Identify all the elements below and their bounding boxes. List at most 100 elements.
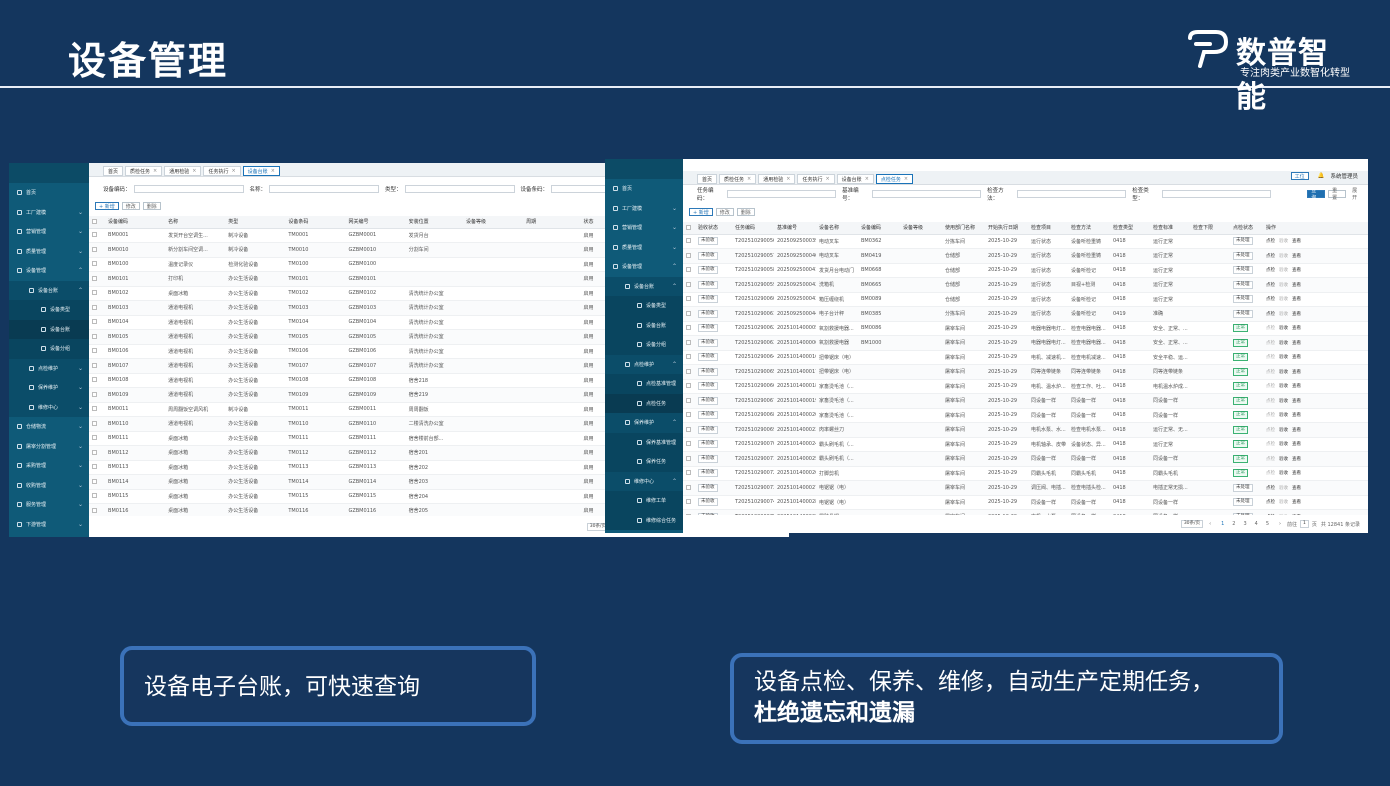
table-row[interactable]: 未验收 T202510290073 2025101400027 电锯锯（电） 屠宰车间 2…	[683, 480, 1368, 496]
accept-action[interactable]: 验收	[1279, 413, 1288, 418]
sidebar-item[interactable]: 设备分组	[605, 335, 683, 355]
table-row[interactable]: 未验收 T202510290063 2025101400006 氧割救援电器 BM100…	[683, 335, 1368, 351]
table-row[interactable]: 未验收 T202510290072 2025101400026 打脚剪机 屠宰车间 202…	[683, 466, 1368, 481]
sidebar-item[interactable]: 设备管理 ⌃	[605, 257, 683, 277]
row-checkbox[interactable]	[89, 489, 106, 504]
table-row[interactable]: 未验收 T2025102900752025101400029屠肋骨锯 屠宰车间202…	[683, 509, 1368, 515]
sidebar-item[interactable]: 工厂建模 ⌄	[9, 203, 89, 223]
view-action[interactable]: 查看	[1292, 283, 1301, 288]
table-row[interactable]: 未验收 T202510290060 2025092500043 箱压缠绕机 BM0089…	[683, 292, 1368, 307]
checkbox-icon[interactable]	[686, 354, 691, 360]
row-checkbox[interactable]	[683, 495, 695, 510]
filter-input-baseline[interactable]	[872, 190, 982, 198]
checkbox-icon[interactable]	[92, 507, 97, 513]
inspect-action[interactable]: 点检	[1266, 283, 1275, 288]
row-checkbox[interactable]	[89, 460, 106, 475]
filter-input-name[interactable]	[269, 185, 380, 193]
close-icon[interactable]: ×	[904, 176, 908, 182]
reset-button[interactable]: 重置	[1328, 188, 1347, 201]
table-row[interactable]: 未验收 T202510290062 2025101400005 氧割救援电器... BM…	[683, 321, 1368, 336]
row-checkbox[interactable]	[683, 277, 695, 293]
sidebar-item[interactable]: 仓储物流 ⌄	[9, 417, 89, 437]
checkbox-icon[interactable]	[686, 484, 691, 490]
tab[interactable]: 首页	[103, 166, 124, 176]
sidebar-item[interactable]: 保养维护 ⌄	[9, 378, 89, 398]
checkbox-icon[interactable]	[686, 224, 691, 230]
filter-input-barcode[interactable]	[551, 185, 612, 193]
accept-action[interactable]: 验收	[1279, 428, 1288, 433]
sidebar-item[interactable]: 设备台账	[605, 315, 683, 335]
inspect-action[interactable]: 点检	[1266, 355, 1275, 360]
tab[interactable]: 首页	[697, 174, 718, 184]
checkbox-icon[interactable]	[92, 435, 97, 441]
tab[interactable]: 任务执行 ×	[797, 174, 835, 184]
view-action[interactable]: 查看	[1292, 500, 1301, 505]
checkbox-icon[interactable]	[92, 261, 97, 267]
search-button[interactable]: 查询	[1307, 188, 1326, 201]
row-checkbox[interactable]	[683, 393, 695, 409]
checkbox-icon[interactable]	[92, 218, 97, 224]
delete-button[interactable]: 删除	[142, 202, 161, 210]
table-row[interactable]: 未验收 T202510290064 2025101400016 扭带锯床（电） 屠宰车间…	[683, 350, 1368, 365]
sidebar-item[interactable]: 维修工单	[605, 491, 683, 511]
inspect-action[interactable]: 点检	[1266, 471, 1275, 476]
inspect-action[interactable]: 点检	[1266, 500, 1275, 505]
filter-input-code[interactable]	[133, 185, 244, 193]
row-checkbox[interactable]	[89, 416, 106, 432]
accept-action[interactable]: 验收	[1279, 283, 1288, 288]
tab[interactable]: 通用检验 ×	[758, 174, 796, 184]
checkbox-icon[interactable]	[686, 238, 691, 244]
row-checkbox[interactable]	[683, 248, 695, 264]
accept-action[interactable]: 验收	[1279, 471, 1288, 476]
select-all-checkbox[interactable]	[89, 216, 106, 229]
accept-action[interactable]: 验收	[1279, 500, 1288, 505]
accept-action[interactable]: 验收	[1279, 297, 1288, 302]
inspect-action[interactable]: 点检	[1266, 254, 1275, 259]
row-checkbox[interactable]	[683, 480, 695, 496]
view-action[interactable]: 查看	[1292, 471, 1301, 476]
checkbox-icon[interactable]	[92, 449, 97, 455]
inspect-action[interactable]: 点检	[1266, 413, 1275, 418]
view-action[interactable]: 查看	[1292, 442, 1301, 447]
table-row[interactable]: 未验收 T202510290068 2025101400020 家畜烫毛池（... 屠宰…	[683, 408, 1368, 423]
checkbox-icon[interactable]	[686, 441, 691, 447]
page-number[interactable]: 3	[1243, 521, 1246, 527]
accept-action[interactable]: 验收	[1279, 341, 1288, 346]
sidebar-item[interactable]: 保养基准管理	[605, 432, 683, 452]
sidebar-item[interactable]: 服务管理 ⌄	[9, 495, 89, 515]
workbench-button[interactable]: 工位	[1290, 172, 1309, 180]
accept-action[interactable]: 验收	[1279, 254, 1288, 259]
bell-icon[interactable]: 🔔	[1318, 173, 1325, 179]
row-checkbox[interactable]	[89, 445, 106, 461]
sidebar-item[interactable]: 营销管理 ⌄	[9, 222, 89, 242]
close-icon[interactable]: ×	[153, 168, 157, 174]
close-icon[interactable]: ×	[231, 168, 235, 174]
view-action[interactable]: 查看	[1292, 399, 1301, 404]
table-row[interactable]: 未验收 T202510290061 2025092500044 电子台计秤 BM0385…	[683, 306, 1368, 322]
add-button[interactable]: + 新增	[95, 202, 119, 210]
sidebar-item[interactable]: 质量管理 ⌄	[9, 242, 89, 262]
checkbox-icon[interactable]	[92, 304, 97, 310]
prev-page-icon[interactable]: ‹	[1209, 521, 1211, 527]
view-action[interactable]: 查看	[1292, 428, 1301, 433]
sidebar-item[interactable]: 营销管理 ⌄	[605, 218, 683, 238]
checkbox-icon[interactable]	[92, 377, 97, 383]
checkbox-icon[interactable]	[92, 464, 97, 470]
row-checkbox[interactable]	[683, 408, 695, 423]
accept-action[interactable]: 验收	[1279, 399, 1288, 404]
row-checkbox[interactable]	[89, 257, 106, 272]
checkbox-icon[interactable]	[92, 478, 97, 484]
row-checkbox[interactable]	[89, 300, 106, 316]
sidebar-item[interactable]: 设备台账 ⌃	[605, 276, 683, 296]
inspect-action[interactable]: 点检	[1266, 486, 1275, 491]
sidebar-item[interactable]: 保养维护 ⌃	[605, 413, 683, 433]
edit-button[interactable]: 修改	[121, 202, 140, 210]
view-action[interactable]: 查看	[1292, 457, 1301, 462]
table-row[interactable]: 未验收 T202510290074 2025101400028 电锯锯（电） 屠宰车间 2…	[683, 495, 1368, 510]
view-action[interactable]: 查看	[1292, 370, 1301, 375]
table-row[interactable]: 未验收 T202510290065 2025101400017 扭带锯床（电） 屠宰车间…	[683, 364, 1368, 380]
tab[interactable]: 通用检验 ×	[164, 166, 202, 176]
row-checkbox[interactable]	[683, 509, 695, 515]
page-number[interactable]: 4	[1255, 521, 1258, 527]
sidebar-item[interactable]: 质量管理 ⌄	[605, 238, 683, 258]
